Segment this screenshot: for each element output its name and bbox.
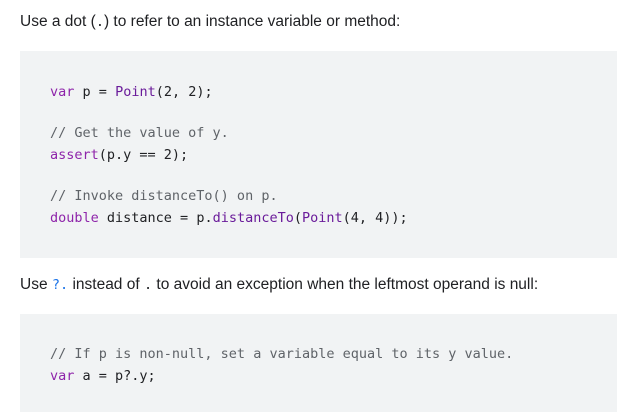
code-line-distance: double distance = p.distanceTo(Point(4, … [50, 209, 408, 227]
code-line-var-a: var a = p?.y; [50, 367, 156, 385]
code-operator: = [98, 84, 107, 100]
code-comment-if-p: // If p is non-null, set a variable equa… [50, 346, 514, 362]
code-block-null-aware-example: // If p is non-null, set a variable equa… [20, 314, 617, 412]
inline-code-null-aware: ?. [51, 277, 69, 293]
inline-code-dot: . [143, 277, 153, 293]
code-comment-invoke: // Invoke distanceTo() on p. [50, 188, 278, 204]
code-text: a = p?.y; [74, 368, 156, 384]
code-comment-get-y: // Get the value of y. [50, 125, 229, 141]
type-double: double [50, 210, 99, 226]
code-text: distance = p. [98, 210, 213, 226]
code-text: p [74, 84, 99, 100]
code-line-assert: assert(p.y == 2); [50, 146, 188, 164]
paragraph-null-aware: Use ?. instead of . to avoid an exceptio… [20, 275, 538, 295]
inline-code-dot: . [95, 14, 104, 30]
keyword-var: var [50, 84, 75, 100]
para1-after: ) to refer to an instance variable or me… [103, 13, 401, 30]
code-block-dot-example: var p = Point(2, 2); // Get the value of… [20, 51, 617, 258]
para2-after: to avoid an exception when the leftmost … [152, 276, 539, 293]
para2-mid: instead of [68, 276, 144, 293]
paragraph-dot-operator: Use a dot (.) to refer to an instance va… [20, 12, 400, 32]
code-text: (p.y == 2); [98, 147, 189, 163]
para1-before: Use a dot ( [20, 13, 96, 30]
code-args: (2, 2); [155, 84, 213, 100]
function-distanceto: distanceTo [212, 210, 294, 226]
keyword-var: var [50, 368, 75, 384]
function-point: Point [115, 84, 156, 100]
function-assert: assert [50, 147, 99, 163]
code-line-1: var p = Point(2, 2); [50, 83, 213, 101]
code-text: ( [293, 210, 302, 226]
code-args: (4, 4)); [342, 210, 408, 226]
para2-before: Use [20, 276, 52, 293]
function-point: Point [302, 210, 343, 226]
